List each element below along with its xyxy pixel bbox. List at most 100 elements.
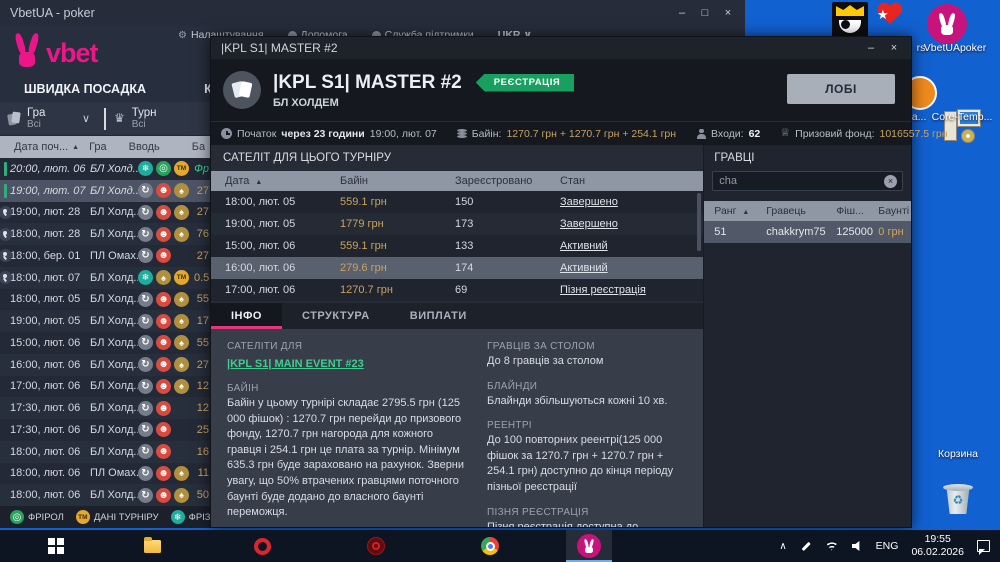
tournament-row[interactable]: 20:00, лют. 06БЛ Холд...❄◎TMФр bbox=[0, 158, 212, 180]
tournament-row[interactable]: 18:00, лют. 06БЛ Холд...↻☻♠50 bbox=[0, 484, 212, 506]
action-center-icon[interactable] bbox=[977, 540, 990, 552]
maximize-button[interactable]: □ bbox=[698, 7, 712, 19]
tab-виплати[interactable]: ВИПЛАТИ bbox=[390, 303, 487, 329]
tab-структура[interactable]: СТРУКТУРА bbox=[282, 303, 390, 329]
satellite-row[interactable]: 15:00, лют. 06559.1 грн133Активний bbox=[211, 235, 703, 257]
satellite-row[interactable]: 19:00, лют. 051779 грн173Завершено bbox=[211, 213, 703, 235]
gear-icon: ⚙ bbox=[178, 30, 187, 41]
dialog-window-title: |KPL S1| MASTER #2 bbox=[221, 41, 864, 55]
file-explorer-taskbar-icon[interactable] bbox=[132, 530, 172, 562]
info-section-heading: ПІЗНЯ РЕЄСТРАЦІЯ bbox=[487, 507, 687, 518]
vbetuapoker-desktop-icon[interactable] bbox=[927, 4, 967, 44]
bounty-icon: ☻ bbox=[156, 357, 171, 372]
sat-column-buyin[interactable]: Байін bbox=[340, 175, 455, 187]
tournament-row[interactable]: 16:00, лют. 06БЛ Холд...↻☻♠27 bbox=[0, 354, 212, 376]
nav-tab-0[interactable]: ШВИДКА ПОСАДКА bbox=[24, 82, 146, 96]
entries-segment: Входи: 62 bbox=[686, 128, 770, 140]
legend-item: ❄ФРІЗАУТ bbox=[171, 510, 212, 524]
close-button[interactable]: × bbox=[721, 7, 735, 19]
players-column-bounty[interactable]: Баунті bbox=[878, 205, 911, 217]
satellite-status-link[interactable]: Активний bbox=[560, 262, 703, 274]
dialog-close-button[interactable]: × bbox=[887, 42, 901, 54]
satellite-table-header[interactable]: Дата ▲ Байін Зареєстровано Стан bbox=[211, 171, 703, 191]
wifi-icon[interactable] bbox=[825, 542, 839, 551]
satellite-status-link[interactable]: Пізня реєстрація bbox=[560, 284, 703, 296]
satellite-scrollbar[interactable] bbox=[697, 193, 701, 251]
column-header-game[interactable]: Гра bbox=[89, 141, 107, 153]
tab-інфо[interactable]: ІНФО bbox=[211, 303, 282, 329]
tournament-row[interactable]: 18:00, лют. 06БЛ Холд...↻☻16 bbox=[0, 441, 212, 463]
tournament-row[interactable]: 15:00, лют. 06БЛ Холд...↻☻♠55 bbox=[0, 332, 212, 354]
chrome-taskbar-icon[interactable] bbox=[470, 530, 510, 562]
sat-column-registered[interactable]: Зареєстровано bbox=[455, 175, 560, 187]
sat-column-status[interactable]: Стан bbox=[560, 175, 703, 187]
filter-гра[interactable]: ГраВсі∨ bbox=[0, 107, 104, 131]
satellite-row[interactable]: 16:00, лют. 06279.6 грн174Активний bbox=[211, 257, 703, 279]
column-header-date[interactable]: Дата поч... bbox=[14, 141, 68, 153]
game-type: БЛ Холд... bbox=[90, 337, 138, 349]
vbet-poker-taskbar-icon[interactable] bbox=[566, 530, 612, 562]
legend-bar: ◎ФРІРОЛTMДАНІ ТУРНІРУ❄ФРІЗАУТ↻РЕ bbox=[0, 506, 212, 528]
bounty-icon: ☻ bbox=[156, 488, 171, 503]
players-column-rank[interactable]: Ранг ▲ bbox=[714, 205, 766, 217]
satellite-target-link[interactable]: |KPL S1| MAIN EVENT #23 bbox=[227, 358, 364, 370]
tournament-row[interactable]: 18:00, лют. 05БЛ Холд...↻☻♠55 bbox=[0, 289, 212, 311]
players-column-player[interactable]: Гравець bbox=[766, 205, 836, 217]
satellite-status-link[interactable]: Завершено bbox=[560, 218, 703, 230]
satellite-status-link[interactable]: Завершено bbox=[560, 196, 703, 208]
entry-icons: ↻☻♠ bbox=[138, 183, 194, 198]
recycle-bin-icon[interactable]: ♻ bbox=[941, 482, 975, 516]
pen-input-icon[interactable] bbox=[800, 540, 812, 552]
tournament-row[interactable]: 19:00, лют. 07БЛ Холд...↻☻♠27 bbox=[0, 180, 212, 202]
tournament-row[interactable]: 18:00, лют. 07БЛ Холд...❄♠TM0.5 bbox=[0, 267, 212, 289]
players-column-chips[interactable]: Фіш... bbox=[836, 205, 878, 217]
player-row[interactable]: 51chakkrym751250000 грн bbox=[704, 221, 911, 243]
players-search-input[interactable] bbox=[712, 171, 903, 191]
tournament-row[interactable]: 17:30, лют. 06БЛ Холд...↻☻25 bbox=[0, 419, 212, 441]
speaker-icon[interactable] bbox=[852, 541, 863, 552]
players-table-header[interactable]: Ранг ▲ Гравець Фіш... Баунті bbox=[704, 201, 911, 221]
satellite-registered: 173 bbox=[455, 218, 560, 230]
clear-search-icon[interactable]: × bbox=[884, 175, 897, 188]
ggpoker-desktop-icon[interactable] bbox=[832, 2, 868, 37]
sat-column-date[interactable]: Дата ▲ bbox=[225, 175, 340, 187]
show-hidden-icons[interactable]: ∧ bbox=[779, 541, 786, 552]
info-section: САТЕЛІТИ ДЛЯ|KPL S1| MAIN EVENT #23 bbox=[227, 341, 467, 372]
reentry-icon: ↻ bbox=[138, 379, 153, 394]
column-header-buyin[interactable]: Ба bbox=[192, 141, 205, 153]
cards-hand-icon: ♠ bbox=[174, 227, 189, 242]
tournament-row[interactable]: 19:00, лют. 05БЛ Холд...↻☻♠17 bbox=[0, 310, 212, 332]
tournament-table-header[interactable]: Дата поч... ▲ Гра Вводь Ба bbox=[0, 136, 212, 158]
dialog-minimize-button[interactable]: – bbox=[864, 42, 878, 54]
game-type: БЛ Холд... bbox=[90, 206, 138, 218]
cards-badge-icon bbox=[223, 71, 261, 109]
column-header-entry[interactable]: Вводь bbox=[129, 141, 160, 153]
minimize-button[interactable]: – bbox=[675, 7, 689, 19]
filter-турн[interactable]: ♛ТурнВсі bbox=[106, 107, 210, 131]
red-app-taskbar-icon[interactable] bbox=[356, 530, 396, 562]
tournament-row[interactable]: 18:00, лют. 28БЛ Холд...↻☻♠76 bbox=[0, 223, 212, 245]
satellite-row[interactable]: 18:00, лют. 05559.1 грн150Завершено bbox=[211, 191, 703, 213]
start-date: 17:30, лют. 06 bbox=[10, 424, 90, 436]
bounty-icon: ☻ bbox=[156, 466, 171, 481]
lobby-button[interactable]: ЛОБІ bbox=[787, 74, 895, 104]
tournament-row[interactable]: 17:00, лют. 06БЛ Холд...↻☻♠12 bbox=[0, 376, 212, 398]
opera-taskbar-icon[interactable] bbox=[242, 530, 282, 562]
satellite-row[interactable]: 17:00, лют. 061270.7 грн69Пізня реєстрац… bbox=[211, 279, 703, 301]
tournament-row[interactable]: 17:30, лют. 06БЛ Холд...↻☻12 bbox=[0, 397, 212, 419]
vbet-logo[interactable]: vbet bbox=[12, 32, 98, 68]
language-indicator[interactable]: ENG bbox=[876, 540, 899, 552]
start-button[interactable] bbox=[36, 530, 76, 562]
tournament-row[interactable]: 18:00, лют. 06ПЛ Омах...↻☻♠11 bbox=[0, 463, 212, 485]
info-section: БАЙІНБайін у цьому турнірі складає 2795.… bbox=[227, 383, 467, 521]
satellite-status-link[interactable]: Активний bbox=[560, 240, 703, 252]
start-time-segment: Початок через 23 години 19:00, лют. 07 bbox=[211, 128, 447, 140]
satellite-buyin: 1270.7 грн bbox=[340, 284, 455, 296]
filter-value: Всі bbox=[132, 119, 157, 130]
tournament-row[interactable]: 19:00, лют. 28БЛ Холд...↻☻♠27 bbox=[0, 202, 212, 224]
satellite-buyin: 559.1 грн bbox=[340, 240, 455, 252]
main-window-titlebar[interactable]: VbetUA - poker – □ × bbox=[0, 0, 745, 26]
dialog-titlebar[interactable]: |KPL S1| MASTER #2 – × bbox=[211, 37, 911, 59]
tournament-row[interactable]: 18:00, бер. 01ПЛ Омах...↻☻27 bbox=[0, 245, 212, 267]
taskbar-clock[interactable]: 19:55 06.02.2026 bbox=[911, 533, 964, 559]
